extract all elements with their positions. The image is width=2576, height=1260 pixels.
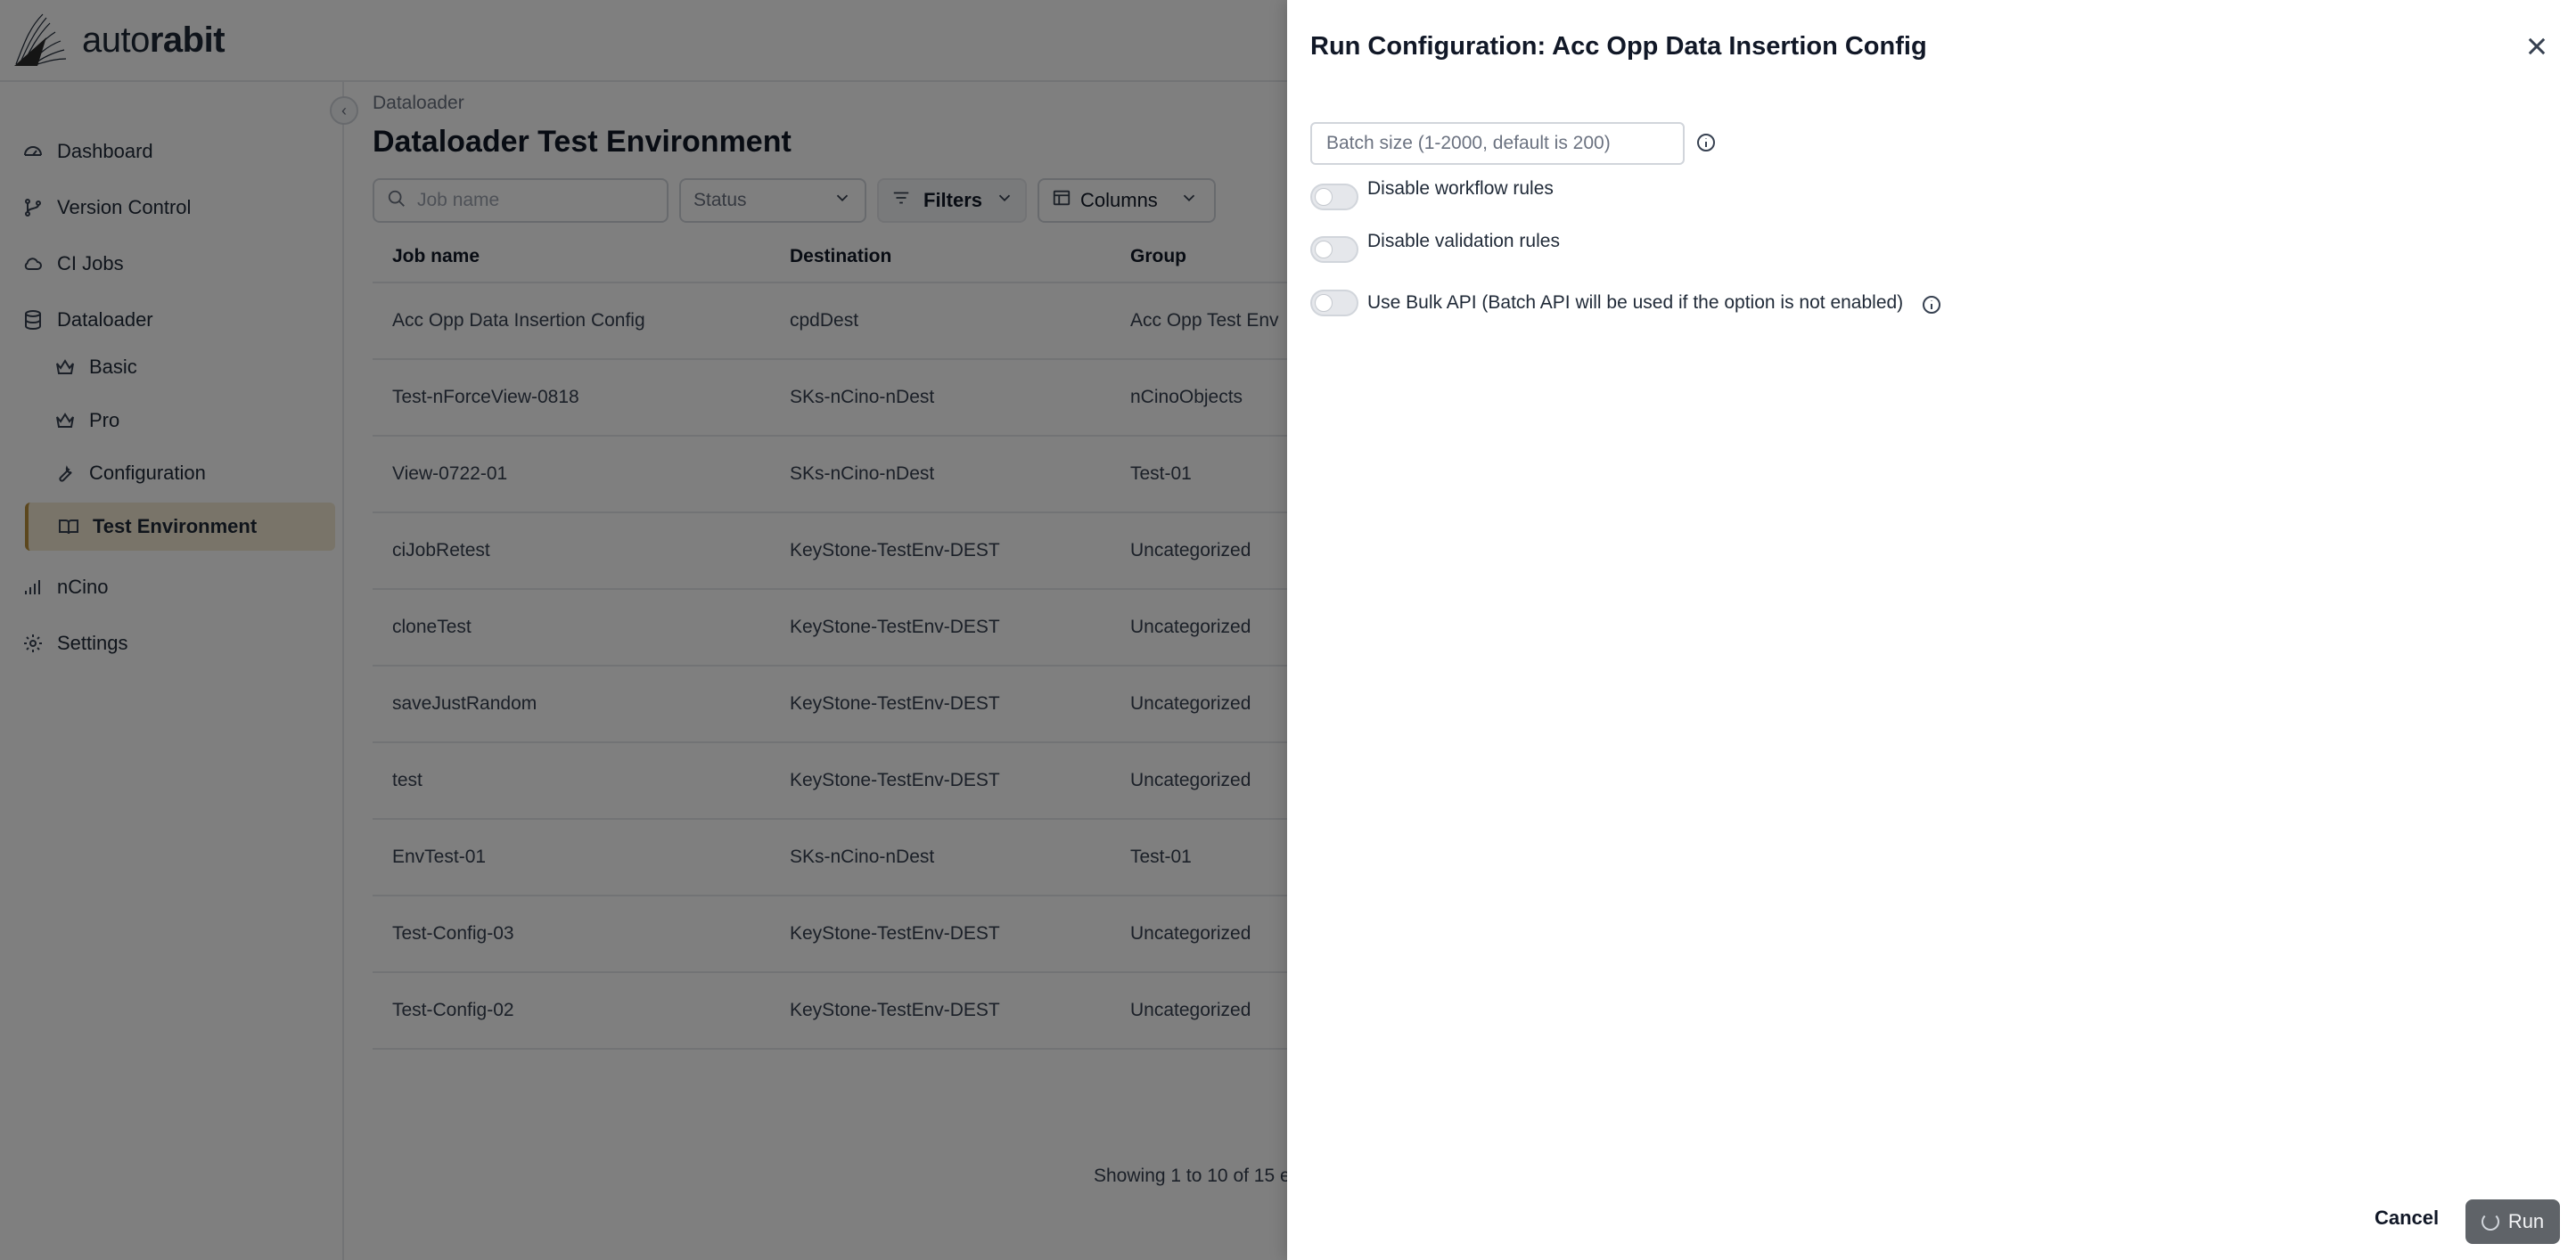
run-button[interactable]: Run xyxy=(2465,1199,2560,1244)
cancel-button[interactable]: Cancel xyxy=(2375,1207,2439,1230)
disable-workflow-rules-toggle[interactable] xyxy=(1310,184,1358,210)
toggle-knob xyxy=(1315,188,1333,206)
run-configuration-drawer: Run Configuration: Acc Opp Data Insertio… xyxy=(1287,0,2576,1260)
toggle-knob xyxy=(1315,294,1333,312)
info-icon[interactable] xyxy=(1695,132,1717,153)
toggle-knob xyxy=(1315,241,1333,258)
close-icon xyxy=(2528,37,2546,55)
toggle-row-validation-rules: Disable validation rules xyxy=(1310,231,1560,266)
batch-size-input[interactable] xyxy=(1310,122,1685,165)
info-icon[interactable] xyxy=(1921,294,1942,315)
toggle-label: Disable validation rules xyxy=(1367,231,1560,251)
run-button-label: Run xyxy=(2507,1210,2545,1232)
drawer-title: Run Configuration: Acc Opp Data Insertio… xyxy=(1310,32,1927,61)
use-bulk-api-toggle[interactable] xyxy=(1310,290,1358,316)
toggle-row-bulk-api: Use Bulk API (Batch API will be used if … xyxy=(1310,287,1942,319)
close-button[interactable] xyxy=(2524,34,2549,59)
loading-spinner-icon xyxy=(2481,1213,2499,1231)
disable-validation-rules-toggle[interactable] xyxy=(1310,236,1358,263)
toggle-row-workflow-rules: Disable workflow rules xyxy=(1310,178,1554,213)
toggle-label: Use Bulk API (Batch API will be used if … xyxy=(1367,292,1904,313)
toggle-label: Disable workflow rules xyxy=(1367,178,1554,199)
